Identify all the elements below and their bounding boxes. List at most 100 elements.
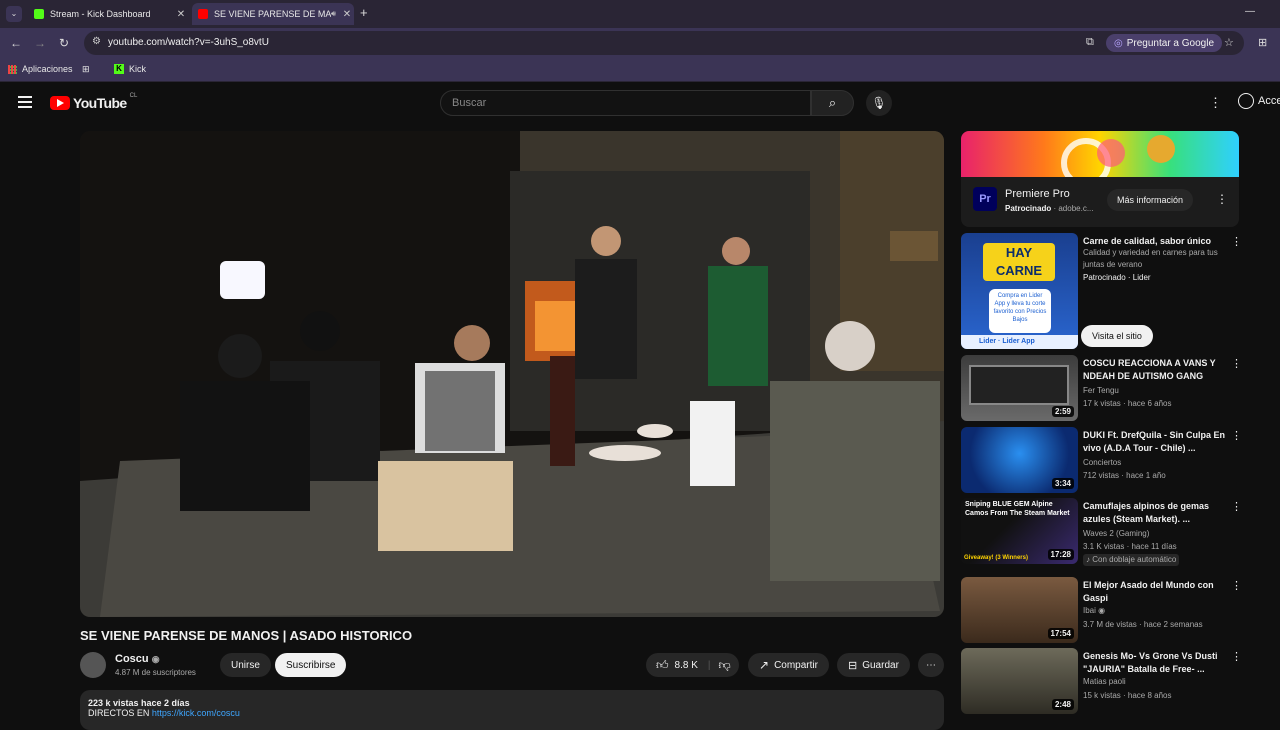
recommendation-title[interactable]: COSCU REACCIONA A VANS Y NDEAH DE AUTISM… bbox=[1083, 357, 1225, 383]
recommendation-menu-icon[interactable]: ⋮ bbox=[1231, 357, 1242, 370]
like-count[interactable]: 8.8 K bbox=[675, 660, 698, 671]
thumbnail-headline: HAY CARNE bbox=[983, 243, 1055, 281]
verified-icon: ◉ bbox=[151, 654, 160, 664]
subscribe-button[interactable]: Suscribirse bbox=[275, 653, 347, 677]
recommendation-title[interactable]: Camuflajes alpinos de gemas azules (Stea… bbox=[1083, 500, 1225, 526]
bookmark-star-icon[interactable]: ☆ bbox=[1224, 36, 1234, 49]
tab-kick-dashboard[interactable]: Stream - Kick Dashboard ✕ bbox=[28, 3, 188, 25]
ad-title: Premiere Pro bbox=[1005, 188, 1070, 200]
recommendation-menu-icon[interactable]: ⋮ bbox=[1231, 235, 1242, 248]
video-thumbnail[interactable]: Sniping BLUE GEM Alpine Camos From The S… bbox=[961, 498, 1078, 564]
video-stats: 3.1 K vistas · hace 11 días bbox=[1083, 542, 1177, 551]
tab-youtube[interactable]: SE VIENE PARENSE DE MANOS | ASADO HISTOR… bbox=[192, 3, 354, 25]
duration-badge: 3:34 bbox=[1051, 478, 1074, 489]
kick-icon: K bbox=[114, 64, 124, 74]
ad-menu-icon[interactable]: ⋮ bbox=[1216, 192, 1228, 206]
install-app-icon[interactable]: ⧉ bbox=[1086, 36, 1094, 49]
channel-name[interactable]: Ibai ◉ bbox=[1083, 605, 1233, 617]
settings-kebab-icon[interactable]: ⋮ bbox=[1209, 95, 1222, 111]
recommendation-title[interactable]: Genesis Mo- Vs Grone Vs Dusti "JAURIA" B… bbox=[1083, 650, 1225, 676]
like-icon[interactable]: 👍︎ bbox=[656, 658, 669, 673]
video-thumbnail[interactable]: 2:48 bbox=[961, 648, 1078, 714]
sponsored-label: Patrocinado · Lider bbox=[1083, 273, 1151, 282]
join-button[interactable]: Unirse bbox=[220, 653, 271, 677]
ask-google-button[interactable]: ◎ Preguntar a Google bbox=[1106, 34, 1223, 52]
recommendation-menu-icon[interactable]: ⋮ bbox=[1231, 650, 1242, 663]
reload-icon[interactable]: ↻ bbox=[59, 36, 69, 50]
recommendation-item[interactable]: 2:48 Genesis Mo- Vs Grone Vs Dusti "JAUR… bbox=[961, 648, 1242, 714]
new-tab-button[interactable]: + bbox=[360, 5, 368, 20]
channel-name[interactable]: Matias paoli bbox=[1083, 676, 1233, 688]
sign-in-button[interactable]: Acceder bbox=[1238, 93, 1280, 109]
lider-brand-bar: Lider · Lider App bbox=[961, 335, 1078, 349]
video-stats: 15 k vistas · hace 8 años bbox=[1083, 691, 1172, 700]
description-box[interactable]: 223 k vistas hace 2 días DIRECTOS EN htt… bbox=[80, 690, 944, 730]
video-thumbnail[interactable]: HAY CARNE Compra en Lider App y lleva tu… bbox=[961, 233, 1078, 349]
share-icon: ↗ bbox=[759, 658, 770, 672]
video-thumbnail[interactable]: 17:54 bbox=[961, 577, 1078, 643]
youtube-header: YouTube CL Buscar ⌕ 🎙︎ ⋮ Acceder bbox=[0, 83, 1280, 123]
description-text: DIRECTOS EN https://kick.com/coscu bbox=[88, 708, 240, 718]
bookmark-apps[interactable]: Aplicaciones bbox=[8, 64, 73, 74]
recommendation-title[interactable]: El Mejor Asado del Mundo con Gaspi bbox=[1083, 579, 1225, 605]
back-icon[interactable]: ← bbox=[10, 36, 22, 50]
video-title: SE VIENE PARENSE DE MANOS | ASADO HISTOR… bbox=[80, 628, 413, 643]
share-button[interactable]: ↗ Compartir bbox=[748, 653, 829, 677]
apps-icon bbox=[8, 64, 17, 74]
minimize-icon[interactable]: — bbox=[1245, 6, 1255, 17]
url-text[interactable]: youtube.com/watch?v=-3uhS_o8vtU bbox=[108, 37, 269, 48]
recommendation-title[interactable]: DUKI Ft. DrefQuila - Sin Culpa En vivo (… bbox=[1083, 429, 1225, 455]
close-tab-icon[interactable]: ✕ bbox=[174, 9, 188, 20]
kick-favicon-icon bbox=[34, 9, 44, 19]
search-input[interactable]: Buscar bbox=[440, 90, 811, 116]
visit-site-button[interactable]: Visita el sitio bbox=[1081, 325, 1153, 347]
recommendation-menu-icon[interactable]: ⋮ bbox=[1231, 429, 1242, 442]
menu-icon[interactable] bbox=[18, 96, 32, 108]
tab-search-button[interactable]: ⌄ bbox=[6, 6, 22, 22]
close-tab-icon[interactable]: ✕ bbox=[340, 9, 354, 20]
address-bar[interactable]: ⚙ youtube.com/watch?v=-3uhS_o8vtU ⧉ ◎ Pr… bbox=[84, 31, 1244, 55]
speaker-icon[interactable]: 🔊︎ bbox=[331, 9, 336, 19]
channel-avatar[interactable] bbox=[80, 652, 106, 678]
youtube-logo[interactable]: YouTube CL bbox=[50, 93, 137, 111]
recommendation-item[interactable]: 17:54 El Mejor Asado del Mundo con Gaspi… bbox=[961, 577, 1242, 643]
save-button[interactable]: ⊟ Guardar bbox=[837, 653, 910, 677]
tab-title: Stream - Kick Dashboard bbox=[50, 9, 151, 19]
tab-title: SE VIENE PARENSE DE MANOS | ASADO HISTOR… bbox=[214, 9, 331, 19]
voice-search-button[interactable]: 🎙︎ bbox=[866, 90, 892, 116]
recommendation-item[interactable]: Sniping BLUE GEM Alpine Camos From The S… bbox=[961, 498, 1242, 566]
channel-name[interactable]: Waves 2 (Gaming) bbox=[1083, 528, 1233, 540]
channel-name[interactable]: Fer Tengu bbox=[1083, 385, 1233, 397]
channel-name[interactable]: Conciertos bbox=[1083, 457, 1233, 469]
site-info-icon[interactable]: ⚙ bbox=[92, 36, 101, 47]
youtube-favicon-icon bbox=[198, 9, 208, 19]
ad-banner-image bbox=[961, 131, 1239, 188]
channel-name[interactable]: Coscu ◉ bbox=[115, 653, 160, 665]
video-thumbnail[interactable]: 2:59 bbox=[961, 355, 1078, 421]
recommendation-menu-icon[interactable]: ⋮ bbox=[1231, 500, 1242, 513]
mic-icon: 🎙︎ bbox=[871, 96, 887, 110]
dislike-icon[interactable]: 👎︎ bbox=[719, 658, 731, 673]
grid-icon[interactable]: ⊞ bbox=[82, 64, 90, 75]
save-icon: ⊟ bbox=[848, 659, 858, 672]
recommendation-menu-icon[interactable]: ⋮ bbox=[1231, 579, 1242, 592]
youtube-play-icon bbox=[50, 96, 70, 110]
sponsored-recommendation[interactable]: HAY CARNE Compra en Lider App y lleva tu… bbox=[961, 233, 1242, 351]
description-link[interactable]: https://kick.com/coscu bbox=[152, 708, 240, 718]
side-panel-icon[interactable]: ⊞ bbox=[1258, 36, 1267, 49]
forward-icon[interactable]: → bbox=[34, 36, 46, 50]
thumbnail-subtext: Giveaway! (3 Winners) bbox=[964, 555, 1028, 561]
ad-more-info-button[interactable]: Más información bbox=[1107, 189, 1194, 211]
video-thumbnail[interactable]: 3:34 bbox=[961, 427, 1078, 493]
more-actions-button[interactable]: ⋯ bbox=[918, 653, 944, 677]
search-icon: ⌕ bbox=[828, 95, 837, 110]
recommendation-item[interactable]: 2:59 COSCU REACCIONA A VANS Y NDEAH DE A… bbox=[961, 355, 1242, 421]
recommendation-item[interactable]: 3:34 DUKI Ft. DrefQuila - Sin Culpa En v… bbox=[961, 427, 1242, 493]
bookmark-kick[interactable]: K Kick bbox=[114, 64, 146, 74]
thumbnail-subtext: Compra en Lider App y lleva tu corte fav… bbox=[989, 289, 1051, 333]
sponsored-ad-card[interactable]: Pr Premiere Pro Patrocinado · adobe.c...… bbox=[961, 131, 1239, 227]
search-button[interactable]: ⌕ bbox=[811, 90, 854, 116]
premiere-pro-icon: Pr bbox=[973, 187, 997, 211]
video-player[interactable] bbox=[80, 131, 944, 617]
lens-icon: ◎ bbox=[1114, 37, 1123, 49]
